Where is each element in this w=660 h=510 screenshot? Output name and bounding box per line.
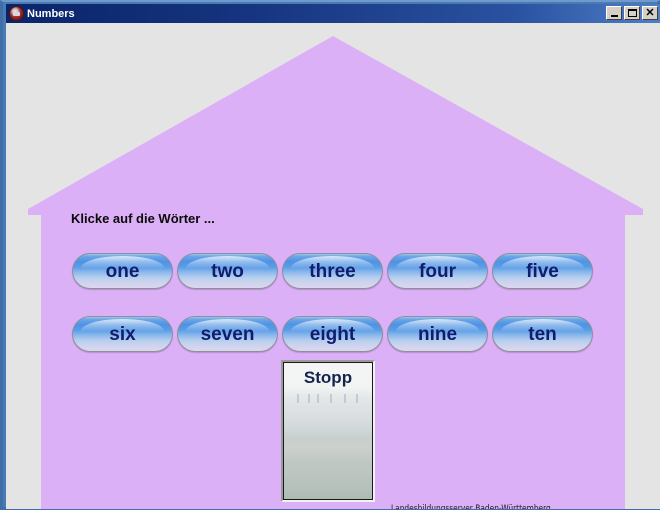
stopp-button[interactable]: Stopp <box>281 360 375 502</box>
close-button[interactable]: ✕ <box>642 6 658 20</box>
number-button-four[interactable]: four <box>387 253 488 289</box>
instruction-text: Klicke auf die Wörter ... <box>71 211 215 226</box>
maximize-button[interactable] <box>624 6 640 20</box>
stopp-tick <box>308 394 310 403</box>
client-area: Klicke auf die Wörter ... one two three … <box>6 23 660 509</box>
credit-text: Landesbildungsserver Baden-Württemberg <box>391 504 551 509</box>
lesson-content: Klicke auf die Wörter ... one two three … <box>6 23 660 509</box>
number-button-ten[interactable]: ten <box>492 316 593 352</box>
stopp-tick <box>356 394 358 403</box>
number-button-three[interactable]: three <box>282 253 383 289</box>
number-button-label: four <box>419 260 456 282</box>
number-button-label: two <box>211 260 244 282</box>
number-button-label: one <box>105 260 140 282</box>
number-button-nine[interactable]: nine <box>387 316 488 352</box>
number-button-row-2: six seven eight nine ten <box>72 316 597 352</box>
number-button-one[interactable]: one <box>72 253 173 289</box>
number-button-label: three <box>309 260 356 282</box>
stopp-tick <box>330 394 332 403</box>
number-button-label: nine <box>417 323 458 345</box>
window-title: Numbers <box>27 7 75 20</box>
stopp-button-face: Stopp <box>283 362 373 500</box>
number-button-label: seven <box>200 323 255 345</box>
number-button-label: five <box>526 260 559 282</box>
stopp-tick <box>297 394 299 403</box>
title-bar[interactable]: Numbers ✕ <box>6 4 660 23</box>
number-button-row-1: one two three four five <box>72 253 597 289</box>
close-icon: ✕ <box>645 6 655 19</box>
number-button-five[interactable]: five <box>492 253 593 289</box>
application-window: Numbers ✕ Klicke auf die Wörter ... one … <box>0 0 660 510</box>
number-button-two[interactable]: two <box>177 253 278 289</box>
number-button-label: six <box>109 323 136 345</box>
number-button-eight[interactable]: eight <box>282 316 383 352</box>
app-icon <box>9 6 24 21</box>
number-button-seven[interactable]: seven <box>177 316 278 352</box>
stopp-tick <box>344 394 346 403</box>
stopp-label: Stopp <box>303 368 353 387</box>
minimize-button[interactable] <box>606 6 622 20</box>
number-button-six[interactable]: six <box>72 316 173 352</box>
number-button-label: eight <box>309 323 356 345</box>
number-button-label: ten <box>528 323 557 345</box>
stopp-tick <box>317 394 319 403</box>
window-controls: ✕ <box>606 6 658 20</box>
